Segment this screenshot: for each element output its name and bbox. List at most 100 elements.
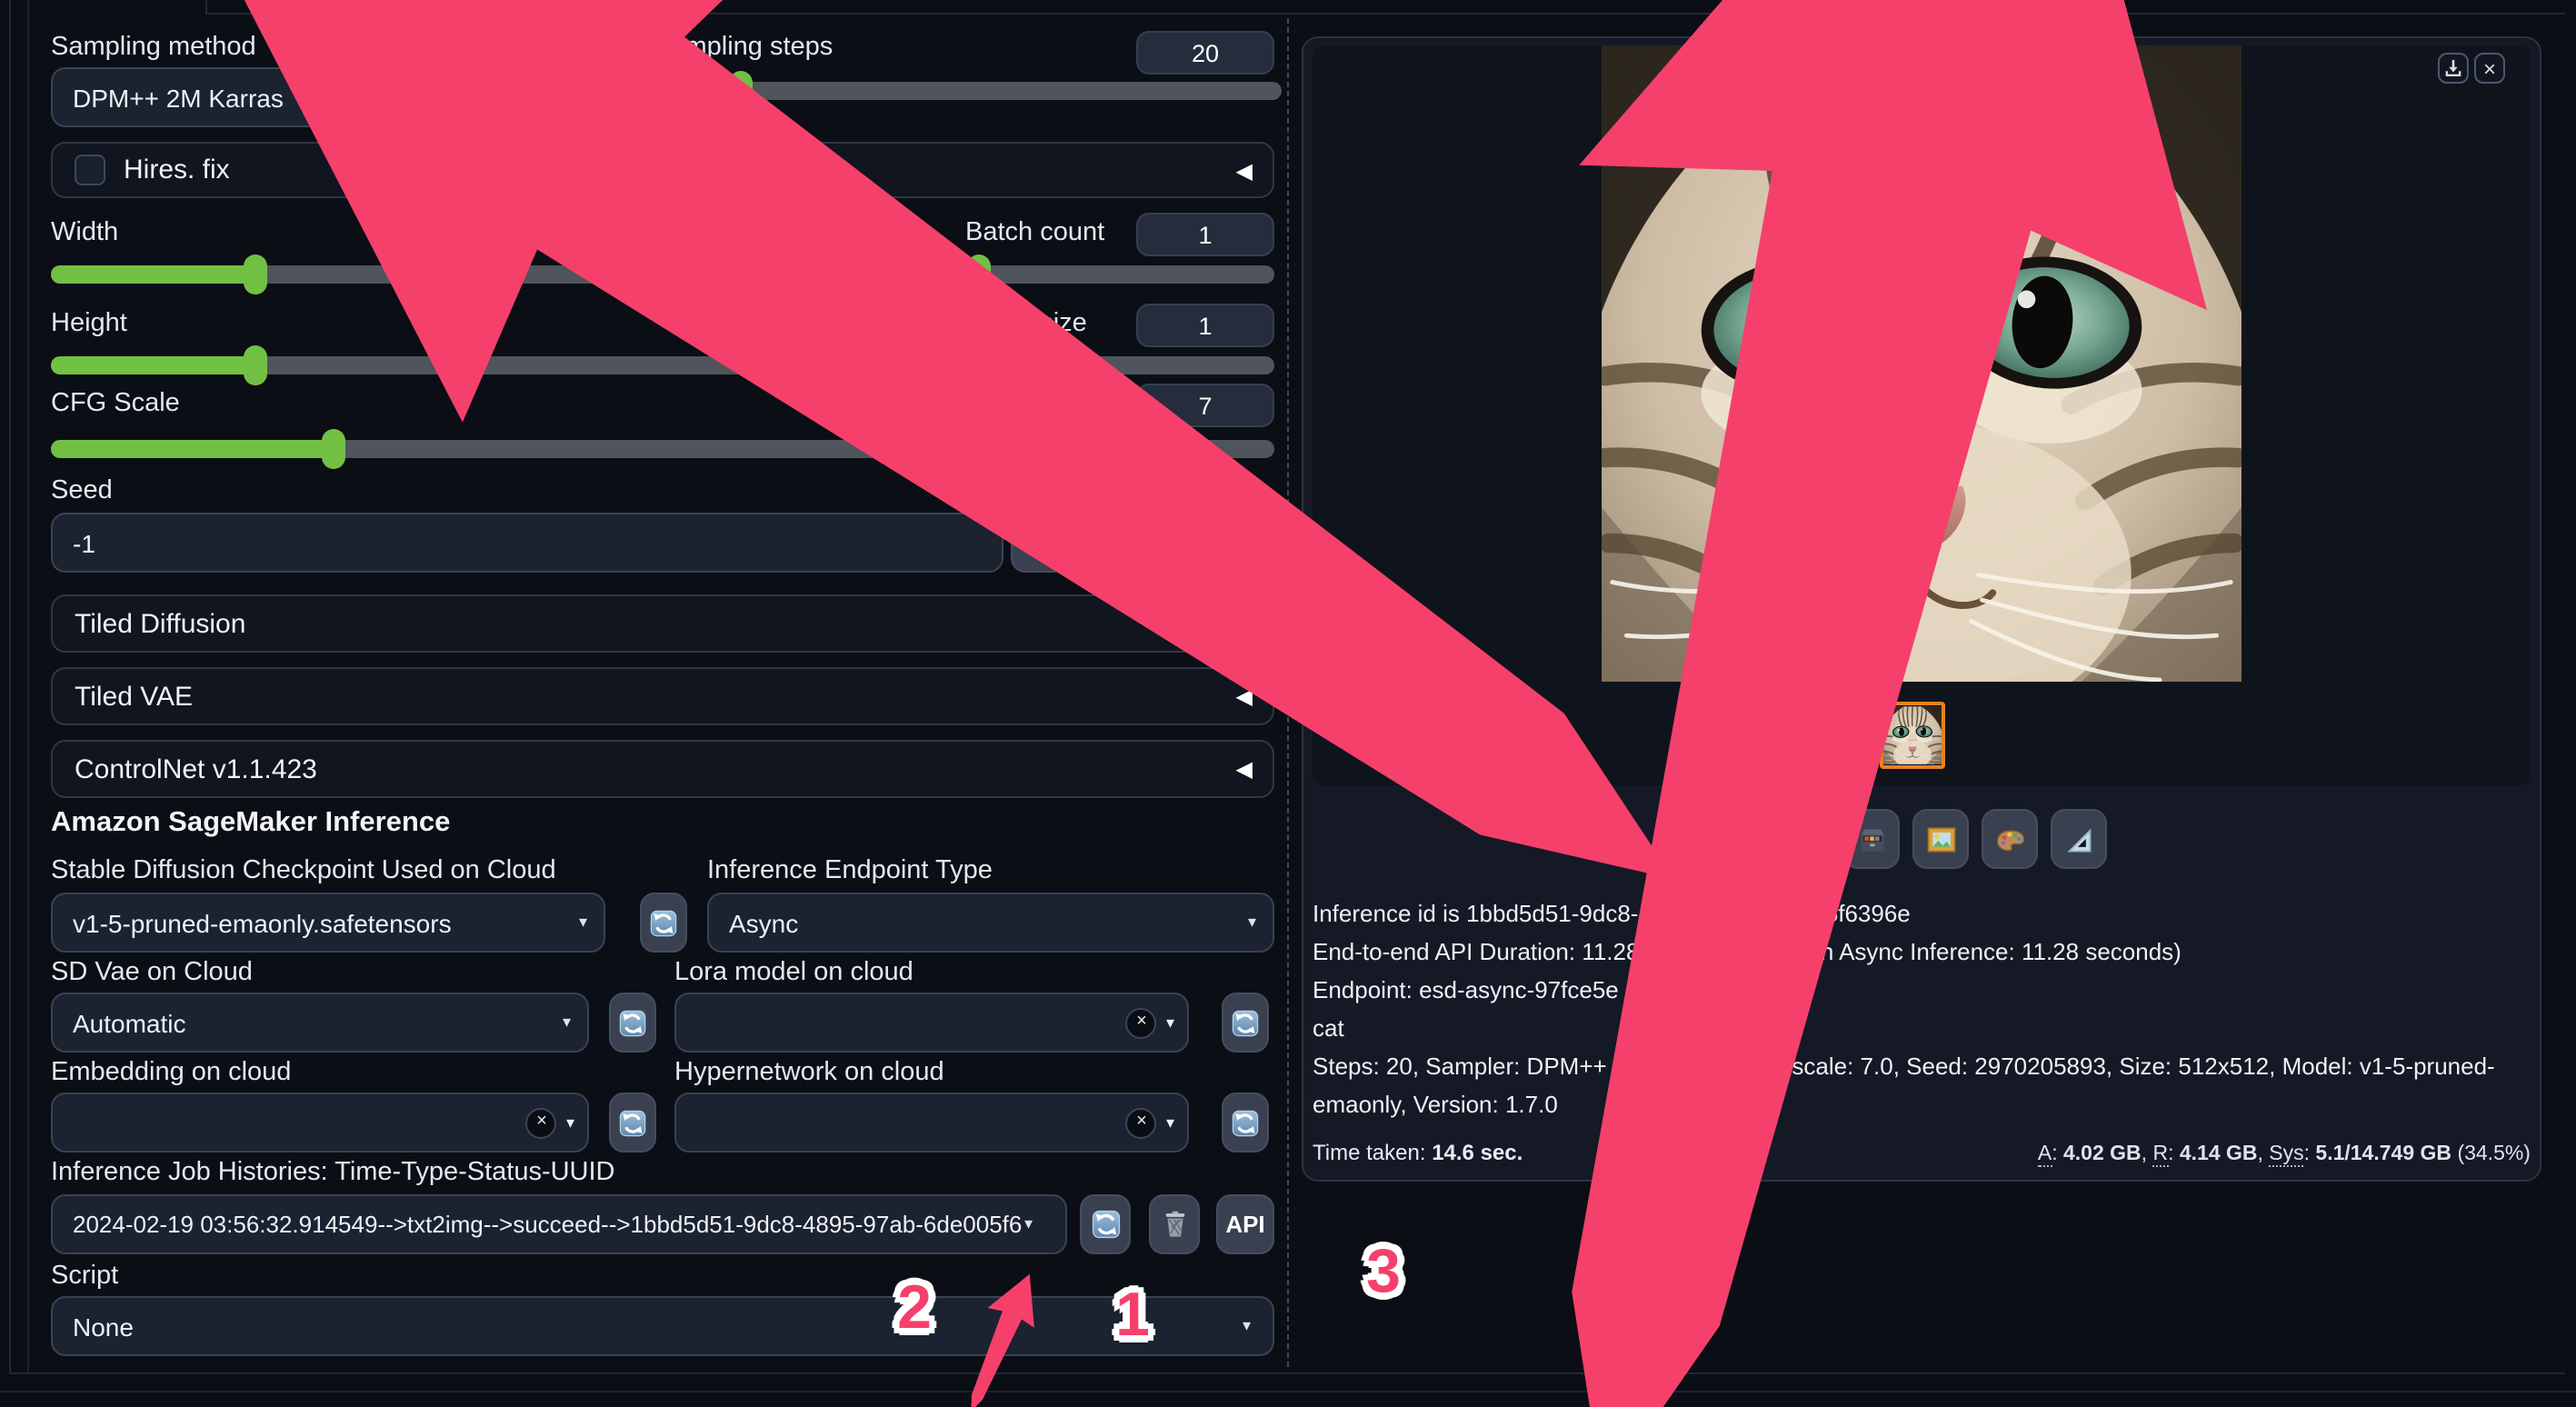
hires-fix-checkbox[interactable] (75, 155, 105, 185)
download-image-button[interactable] (2438, 53, 2469, 84)
separator: , (2258, 1143, 2270, 1165)
endpoint-type-value: Async (729, 908, 798, 937)
refresh-embedding-button[interactable] (609, 1093, 656, 1153)
refresh-job-histories-button[interactable] (1080, 1194, 1131, 1254)
gallery-thumbnail-selected[interactable] (1880, 702, 1945, 769)
slider-fill (653, 82, 741, 100)
refresh-icon (1231, 1008, 1260, 1037)
generation-params-text: Steps: 20, Sampler: DPM++ 2M Karras, CFG… (1313, 1047, 2531, 1123)
tab-content-border-left (27, 0, 29, 1374)
sampling-steps-label: Sampling steps (653, 33, 833, 62)
extra-seed-checkbox[interactable] (1151, 529, 1182, 560)
chevron-down-icon: ▾ (1166, 1013, 1174, 1033)
separator: : (2052, 1143, 2063, 1165)
height-label: Height (51, 309, 127, 338)
sampling-method-select[interactable]: DPM++ 2M Karras ▾ (51, 67, 640, 127)
hires-fix-label: Hires. fix (124, 155, 230, 185)
accordion-controlnet[interactable]: ControlNet v1.1.423 ◀ (51, 740, 1274, 798)
embedding-select[interactable]: × ▾ (51, 1093, 589, 1153)
endpoint-type-select[interactable]: Async ▾ (707, 893, 1274, 953)
memory-r-value: 4.14 GB (2180, 1143, 2258, 1165)
memory-stats: A: 4.02 GB, R: 4.14 GB, Sys: 5.1/14.749 … (2038, 1143, 2531, 1165)
slider-knob[interactable] (245, 254, 268, 294)
accordion-label: Tiled VAE (75, 681, 193, 712)
sagemaker-heading: Amazon SageMaker Inference (51, 807, 450, 840)
close-preview-button[interactable]: × (2474, 53, 2505, 84)
refresh-icon (618, 1008, 647, 1037)
width-input[interactable]: 512 (718, 213, 853, 256)
refresh-icon (1231, 1108, 1260, 1137)
ruler-icon (2062, 823, 2095, 855)
memory-sys-percent: (34.5%) (2457, 1143, 2531, 1165)
batch-count-input[interactable]: 1 (1136, 213, 1274, 256)
batch-size-input[interactable]: 1 (1136, 304, 1274, 347)
batch-count-slider[interactable] (965, 265, 1274, 284)
send-to-img2img-button[interactable] (1912, 809, 1969, 869)
slider-knob[interactable] (245, 345, 268, 385)
thumbnail-cat-image (1883, 705, 1942, 765)
send-to-inpaint-button[interactable] (1982, 809, 2038, 869)
refiner-label: Refiner (738, 155, 826, 185)
refiner-checkbox[interactable] (689, 155, 720, 185)
reuse-seed-button[interactable]: ♻ (1078, 513, 1138, 573)
height-input[interactable]: 512 (718, 304, 853, 347)
accordion-tiled-diffusion[interactable]: Tiled Diffusion ◀ (51, 594, 1274, 653)
accordion-collapsed-icon: ◀ (1236, 684, 1253, 709)
extra-seed-label: Extra (1189, 531, 1251, 560)
accordion-label: ControlNet v1.1.423 (75, 753, 317, 784)
bottom-border-2 (0, 1391, 2576, 1392)
separator: , (2142, 1143, 2153, 1165)
slider-knob[interactable] (967, 254, 991, 294)
slider-knob[interactable] (967, 345, 991, 385)
endpoint-type-label: Inference Endpoint Type (707, 856, 993, 885)
hires-fix-accordion[interactable]: Hires. fix ◀ (51, 142, 651, 198)
hypernetwork-select[interactable]: × ▾ (674, 1093, 1189, 1153)
refresh-hypernetwork-button[interactable] (1222, 1093, 1269, 1153)
lora-select[interactable]: × ▾ (674, 993, 1189, 1053)
inference-info: Inference id is 1bbd5d51-9dc8-4895-97ab-… (1313, 894, 2531, 1123)
sampling-steps-input[interactable]: 20 (1136, 31, 1274, 75)
chevron-down-icon: ▾ (1024, 1213, 1033, 1233)
height-slider[interactable] (51, 356, 836, 374)
clear-icon[interactable]: × (526, 1107, 557, 1138)
checkpoint-label: Stable Diffusion Checkpoint Used on Clou… (51, 856, 556, 885)
batch-size-slider[interactable] (965, 356, 1274, 374)
accordion-tiled-vae[interactable]: Tiled VAE ◀ (51, 667, 1274, 725)
sampling-method-value: DPM++ 2M Karras (73, 83, 284, 112)
refresh-checkpoint-button[interactable] (640, 893, 687, 953)
refresh-icon (618, 1108, 647, 1137)
bottom-border-1 (11, 1372, 2565, 1374)
refresh-sd-vae-button[interactable] (609, 993, 656, 1053)
open-folder-button[interactable] (1705, 809, 1762, 869)
cfg-scale-slider[interactable] (51, 440, 1274, 458)
clear-icon[interactable]: × (1126, 1107, 1157, 1138)
swap-dimensions-button[interactable]: ↑↓ (882, 302, 918, 362)
refresh-lora-button[interactable] (1222, 993, 1269, 1053)
seed-label: Seed (51, 476, 113, 505)
clear-icon[interactable]: × (1126, 1007, 1157, 1038)
cfg-scale-input[interactable]: 7 (1136, 384, 1274, 427)
slider-knob[interactable] (730, 71, 754, 111)
width-slider[interactable] (51, 265, 836, 284)
script-select[interactable]: None ▾ (51, 1296, 1274, 1356)
sampling-steps-slider[interactable] (653, 82, 1282, 100)
refiner-accordion[interactable]: Refiner ◀ (665, 142, 1274, 198)
save-zip-button[interactable] (1843, 809, 1900, 869)
send-to-extras-button[interactable] (2051, 809, 2107, 869)
sampling-method-label: Sampling method (51, 33, 256, 62)
sd-vae-select[interactable]: Automatic ▾ (51, 993, 589, 1053)
job-histories-select[interactable]: 2024-02-19 03:56:32.914549-->txt2img-->s… (51, 1194, 1067, 1254)
embedding-label: Embedding on cloud (51, 1058, 291, 1087)
checkpoint-select[interactable]: v1-5-pruned-emaonly.safetensors ▾ (51, 893, 605, 953)
seed-input[interactable]: -1 (51, 513, 1003, 573)
delete-job-history-button[interactable] (1149, 1194, 1200, 1254)
slider-knob[interactable] (322, 429, 345, 469)
save-image-button[interactable] (1774, 809, 1831, 869)
api-button[interactable]: API (1216, 1194, 1274, 1254)
random-seed-button[interactable] (1011, 513, 1067, 573)
inference-id-text: Inference id is 1bbd5d51-9dc8-4895-97ab-… (1313, 894, 2531, 933)
txt2img-page: Sampling method DPM++ 2M Karras ▾ Sampli… (0, 0, 2576, 1407)
annotation-number-1: 1 (1115, 1281, 1150, 1352)
generated-cat-image[interactable] (1602, 45, 2242, 682)
seed-value: -1 (73, 528, 95, 557)
